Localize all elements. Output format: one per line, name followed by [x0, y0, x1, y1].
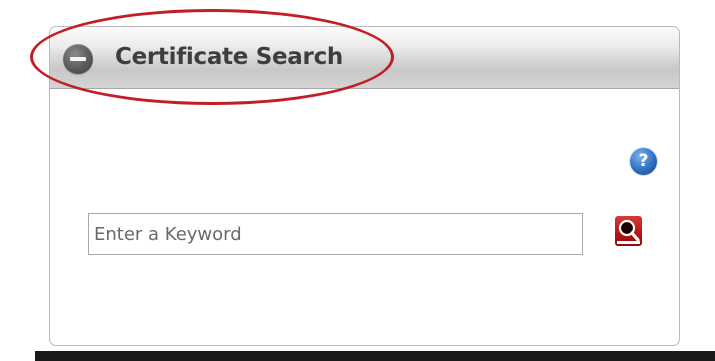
magnifier-icon	[617, 219, 640, 244]
keyword-search-input[interactable]	[88, 213, 583, 255]
certificate-search-panel: Certificate Search	[49, 26, 680, 346]
panel-title: Certificate Search	[115, 44, 343, 70]
panel-header: Certificate Search	[50, 27, 679, 89]
search-button[interactable]	[615, 216, 642, 246]
help-icon[interactable]: ?	[630, 148, 657, 175]
collapse-button[interactable]	[63, 44, 93, 74]
minus-icon	[70, 57, 86, 61]
bottom-divider-bar	[35, 351, 715, 361]
